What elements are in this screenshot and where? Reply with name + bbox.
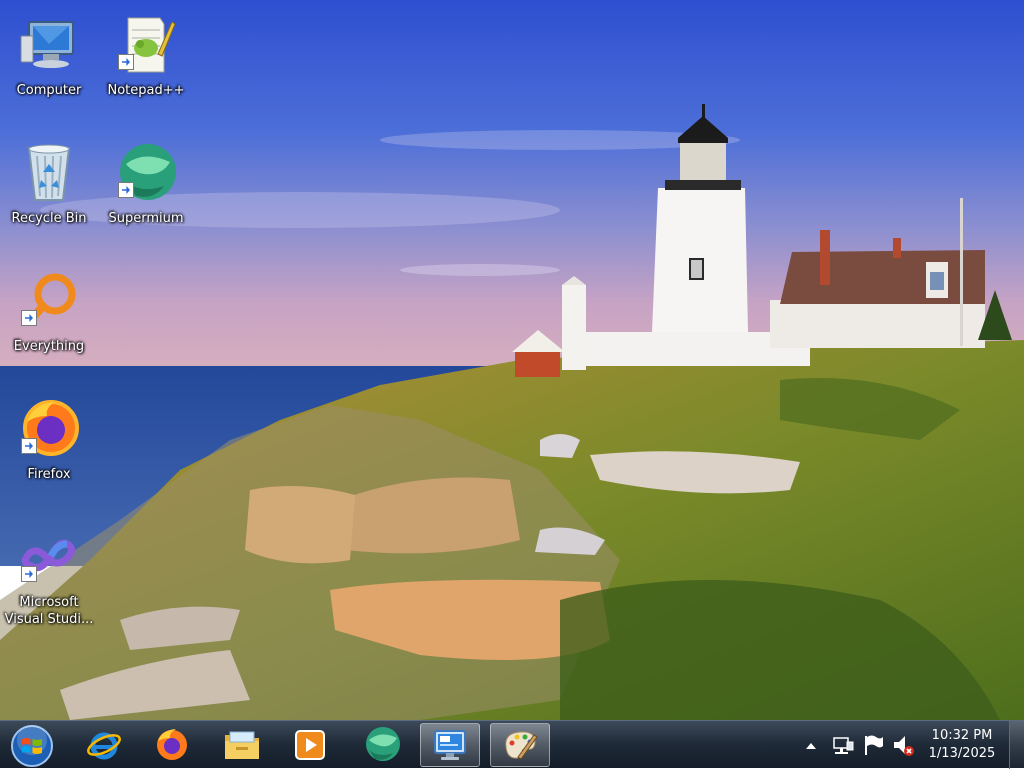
clock-time: 10:32 PM [931, 728, 993, 743]
windows-start-orb-icon [11, 725, 53, 767]
volume-muted-icon [894, 736, 914, 756]
desktop-icon-label: Computer [16, 83, 82, 98]
desktop-icon-label: Supermium [108, 211, 184, 226]
desktop-icon-visual-studio[interactable]: Microsoft Visual Studi... [1, 518, 97, 638]
remote-desktop-icon [434, 730, 466, 760]
desktop-icon-label: Everything [13, 339, 85, 354]
show-desktop-button[interactable] [1009, 721, 1024, 769]
recycle-bin-icon [17, 142, 81, 206]
network-icon [833, 737, 854, 754]
visual-studio-icon [17, 526, 81, 590]
taskbar-firefox[interactable] [142, 723, 202, 767]
desktop-icon-supermium[interactable]: Supermium [98, 134, 194, 254]
clock-date: 1/13/2025 [928, 746, 996, 761]
media-player-icon [295, 730, 325, 760]
internet-explorer-icon [87, 732, 121, 760]
firefox-icon [17, 398, 81, 462]
everything-search-icon [17, 270, 81, 334]
taskbar-remote-desktop[interactable] [420, 723, 480, 767]
shortcut-arrow-icon [118, 54, 134, 70]
show-hidden-icons-button[interactable] [800, 721, 822, 769]
notepad-plus-plus-icon [114, 14, 178, 78]
desktop-icon-label: Notepad++ [107, 83, 185, 98]
firefox-icon [157, 729, 187, 760]
supermium-icon [114, 142, 178, 206]
tray-network[interactable] [830, 721, 856, 769]
desktop-icon-label: Recycle Bin [11, 211, 87, 226]
tray-action-center[interactable] [860, 721, 886, 769]
taskbar-media-player[interactable] [280, 723, 340, 767]
desktop-icon-label: Microsoft Visual Studi... [4, 595, 94, 627]
shortcut-arrow-icon [21, 438, 37, 454]
action-center-flag-icon [865, 735, 883, 755]
desktop-icon-label: Firefox [27, 467, 71, 482]
desktop-icon-computer[interactable]: Computer [1, 6, 97, 126]
computer-icon [17, 14, 81, 78]
file-explorer-icon [225, 731, 259, 759]
taskbar-paint[interactable] [490, 723, 550, 767]
desktop-icon-notepad-plus-plus[interactable]: Notepad++ [98, 6, 194, 126]
taskbar: 10:32 PM 1/13/2025 [0, 720, 1024, 769]
paint-icon [505, 731, 538, 760]
taskbar-clock[interactable]: 10:32 PM 1/13/2025 [922, 727, 1002, 763]
shortcut-arrow-icon [21, 310, 37, 326]
tray-volume[interactable] [890, 721, 916, 769]
start-button[interactable] [10, 724, 54, 768]
shortcut-arrow-icon [21, 566, 37, 582]
show-hidden-icons-chevron-icon [806, 743, 816, 749]
taskbar-file-explorer[interactable] [212, 723, 272, 767]
taskbar-supermium[interactable] [352, 723, 412, 767]
desktop-icon-firefox[interactable]: Firefox [1, 390, 97, 510]
shortcut-arrow-icon [118, 182, 134, 198]
desktop-icon-recycle-bin[interactable]: Recycle Bin [1, 134, 97, 254]
supermium-icon [366, 727, 400, 761]
desktop-icon-everything[interactable]: Everything [1, 262, 97, 382]
taskbar-internet-explorer[interactable] [74, 723, 134, 767]
